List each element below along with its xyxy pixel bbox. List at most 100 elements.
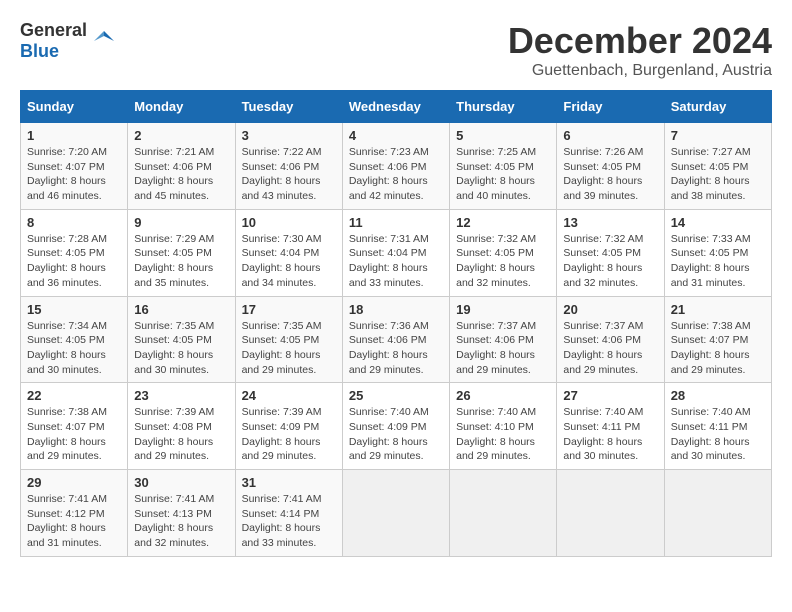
day-number: 18 <box>349 302 443 317</box>
weekday-header-tuesday: Tuesday <box>235 91 342 123</box>
calendar-cell: 7Sunrise: 7:27 AMSunset: 4:05 PMDaylight… <box>664 123 771 210</box>
calendar-cell: 4Sunrise: 7:23 AMSunset: 4:06 PMDaylight… <box>342 123 449 210</box>
calendar-cell <box>664 470 771 557</box>
day-number: 20 <box>563 302 657 317</box>
day-number: 15 <box>27 302 121 317</box>
day-info: Sunrise: 7:38 AMSunset: 4:07 PMDaylight:… <box>27 405 121 464</box>
day-number: 5 <box>456 128 550 143</box>
calendar-week-1: 1Sunrise: 7:20 AMSunset: 4:07 PMDaylight… <box>21 123 772 210</box>
day-number: 16 <box>134 302 228 317</box>
day-number: 25 <box>349 388 443 403</box>
calendar-cell: 14 Sunrise: 7:33 AMSunset: 4:05 PMDayligh… <box>664 209 771 296</box>
calendar-cell <box>450 470 557 557</box>
day-info: Sunrise: 7:22 AMSunset: 4:06 PMDaylight:… <box>242 145 336 204</box>
day-info: Sunrise: 7:32 AMSunset: 4:05 PMDaylight:… <box>563 232 657 291</box>
calendar-cell: 12 Sunrise: 7:32 AMSunset: 4:05 PMDayligh… <box>450 209 557 296</box>
day-info: Sunrise: 7:21 AMSunset: 4:06 PMDaylight:… <box>134 145 228 204</box>
day-info: Sunrise: 7:37 AMSunset: 4:06 PMDaylight:… <box>456 319 550 378</box>
logo-blue: Blue <box>20 41 59 61</box>
calendar-cell: 24Sunrise: 7:39 AMSunset: 4:09 PMDayligh… <box>235 383 342 470</box>
day-number: 26 <box>456 388 550 403</box>
day-number: 19 <box>456 302 550 317</box>
day-number: 6 <box>563 128 657 143</box>
day-info: Sunrise: 7:23 AMSunset: 4:06 PMDaylight:… <box>349 145 443 204</box>
weekday-header-saturday: Saturday <box>664 91 771 123</box>
calendar-cell: 25 Sunrise: 7:40 AMSunset: 4:09 PMDayligh… <box>342 383 449 470</box>
day-info: Sunrise: 7:28 AMSunset: 4:05 PMDaylight:… <box>27 232 121 291</box>
day-number: 7 <box>671 128 765 143</box>
calendar-week-4: 22 Sunrise: 7:38 AMSunset: 4:07 PMDayligh… <box>21 383 772 470</box>
day-info: Sunrise: 7:40 AMSunset: 4:09 PMDaylight:… <box>349 405 443 464</box>
day-number: 24 <box>242 388 336 403</box>
calendar-cell: 6Sunrise: 7:26 AMSunset: 4:05 PMDaylight… <box>557 123 664 210</box>
day-number: 27 <box>563 388 657 403</box>
logo-icon <box>89 26 119 56</box>
day-info: Sunrise: 7:35 AMSunset: 4:05 PMDaylight:… <box>134 319 228 378</box>
day-number: 31 <box>242 475 336 490</box>
calendar-cell: 28 Sunrise: 7:40 AMSunset: 4:11 PMDayligh… <box>664 383 771 470</box>
day-number: 8 <box>27 215 121 230</box>
day-number: 1 <box>27 128 121 143</box>
calendar-cell: 16 Sunrise: 7:35 AMSunset: 4:05 PMDayligh… <box>128 296 235 383</box>
day-number: 22 <box>27 388 121 403</box>
calendar-week-2: 8 Sunrise: 7:28 AMSunset: 4:05 PMDaylight… <box>21 209 772 296</box>
calendar-cell: 27 Sunrise: 7:40 AMSunset: 4:11 PMDayligh… <box>557 383 664 470</box>
calendar-cell: 30Sunrise: 7:41 AMSunset: 4:13 PMDayligh… <box>128 470 235 557</box>
day-info: Sunrise: 7:32 AMSunset: 4:05 PMDaylight:… <box>456 232 550 291</box>
day-info: Sunrise: 7:38 AMSunset: 4:07 PMDaylight:… <box>671 319 765 378</box>
day-info: Sunrise: 7:35 AMSunset: 4:05 PMDaylight:… <box>242 319 336 378</box>
calendar-cell: 31 Sunrise: 7:41 AMSunset: 4:14 PMDayligh… <box>235 470 342 557</box>
day-number: 17 <box>242 302 336 317</box>
day-info: Sunrise: 7:31 AMSunset: 4:04 PMDaylight:… <box>349 232 443 291</box>
calendar-cell <box>342 470 449 557</box>
calendar-cell: 21Sunrise: 7:38 AMSunset: 4:07 PMDayligh… <box>664 296 771 383</box>
day-info: Sunrise: 7:25 AMSunset: 4:05 PMDaylight:… <box>456 145 550 204</box>
day-number: 14 <box>671 215 765 230</box>
day-info: Sunrise: 7:34 AMSunset: 4:05 PMDaylight:… <box>27 319 121 378</box>
day-info: Sunrise: 7:41 AMSunset: 4:14 PMDaylight:… <box>242 492 336 551</box>
day-number: 11 <box>349 215 443 230</box>
day-number: 2 <box>134 128 228 143</box>
logo: General Blue <box>20 20 119 62</box>
calendar-cell: 2 Sunrise: 7:21 AMSunset: 4:06 PMDaylight… <box>128 123 235 210</box>
day-info: Sunrise: 7:40 AMSunset: 4:10 PMDaylight:… <box>456 405 550 464</box>
day-info: Sunrise: 7:29 AMSunset: 4:05 PMDaylight:… <box>134 232 228 291</box>
calendar-cell: 1Sunrise: 7:20 AMSunset: 4:07 PMDaylight… <box>21 123 128 210</box>
title-section: December 2024 Guettenbach, Burgenland, A… <box>508 20 772 80</box>
weekday-header-wednesday: Wednesday <box>342 91 449 123</box>
weekday-header-sunday: Sunday <box>21 91 128 123</box>
day-number: 28 <box>671 388 765 403</box>
day-number: 29 <box>27 475 121 490</box>
calendar-week-5: 29Sunrise: 7:41 AMSunset: 4:12 PMDayligh… <box>21 470 772 557</box>
calendar-cell: 26 Sunrise: 7:40 AMSunset: 4:10 PMDayligh… <box>450 383 557 470</box>
header: General Blue December 2024 Guettenbach, … <box>20 20 772 80</box>
weekday-header-monday: Monday <box>128 91 235 123</box>
day-info: Sunrise: 7:40 AMSunset: 4:11 PMDaylight:… <box>671 405 765 464</box>
calendar-cell: 17 Sunrise: 7:35 AMSunset: 4:05 PMDayligh… <box>235 296 342 383</box>
day-number: 3 <box>242 128 336 143</box>
day-info: Sunrise: 7:30 AMSunset: 4:04 PMDaylight:… <box>242 232 336 291</box>
day-info: Sunrise: 7:41 AMSunset: 4:13 PMDaylight:… <box>134 492 228 551</box>
day-number: 23 <box>134 388 228 403</box>
weekday-header-row: SundayMondayTuesdayWednesdayThursdayFrid… <box>21 91 772 123</box>
calendar-cell: 5 Sunrise: 7:25 AMSunset: 4:05 PMDaylight… <box>450 123 557 210</box>
calendar-cell: 18Sunrise: 7:36 AMSunset: 4:06 PMDayligh… <box>342 296 449 383</box>
day-number: 12 <box>456 215 550 230</box>
day-number: 13 <box>563 215 657 230</box>
location-title: Guettenbach, Burgenland, Austria <box>508 62 772 80</box>
calendar-cell: 15 Sunrise: 7:34 AMSunset: 4:05 PMDayligh… <box>21 296 128 383</box>
calendar-cell: 11 Sunrise: 7:31 AMSunset: 4:04 PMDayligh… <box>342 209 449 296</box>
calendar-cell: 23 Sunrise: 7:39 AMSunset: 4:08 PMDayligh… <box>128 383 235 470</box>
day-info: Sunrise: 7:39 AMSunset: 4:08 PMDaylight:… <box>134 405 228 464</box>
day-info: Sunrise: 7:40 AMSunset: 4:11 PMDaylight:… <box>563 405 657 464</box>
calendar-cell: 29Sunrise: 7:41 AMSunset: 4:12 PMDayligh… <box>21 470 128 557</box>
calendar-cell: 8 Sunrise: 7:28 AMSunset: 4:05 PMDaylight… <box>21 209 128 296</box>
day-info: Sunrise: 7:33 AMSunset: 4:05 PMDaylight:… <box>671 232 765 291</box>
day-info: Sunrise: 7:37 AMSunset: 4:06 PMDaylight:… <box>563 319 657 378</box>
calendar-cell: 9Sunrise: 7:29 AMSunset: 4:05 PMDaylight… <box>128 209 235 296</box>
calendar-cell: 22 Sunrise: 7:38 AMSunset: 4:07 PMDayligh… <box>21 383 128 470</box>
weekday-header-friday: Friday <box>557 91 664 123</box>
logo-general: General <box>20 20 87 40</box>
calendar-cell: 3 Sunrise: 7:22 AMSunset: 4:06 PMDaylight… <box>235 123 342 210</box>
calendar-cell: 13 Sunrise: 7:32 AMSunset: 4:05 PMDayligh… <box>557 209 664 296</box>
